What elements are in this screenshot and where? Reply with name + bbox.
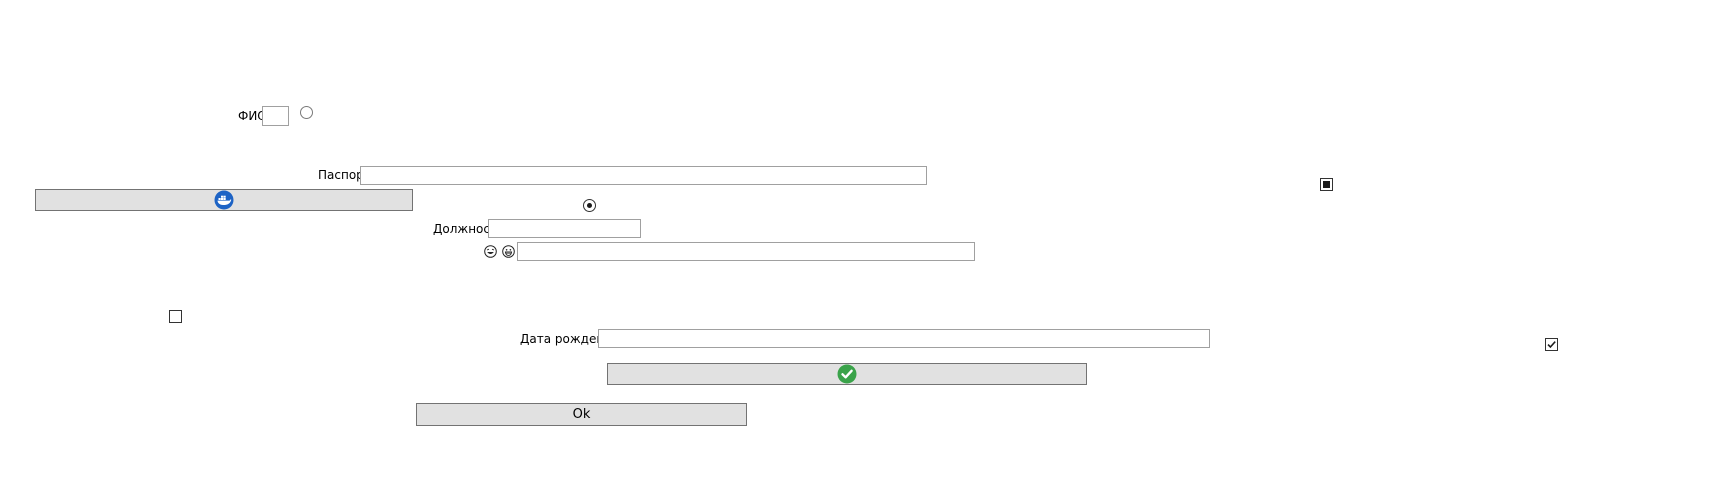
passport-input[interactable]	[360, 166, 927, 185]
position-input[interactable]	[488, 219, 641, 238]
check-circle-icon	[837, 364, 857, 384]
radio-middle[interactable]	[583, 199, 596, 212]
checkbox-checked[interactable]	[1545, 338, 1558, 351]
birthdate-input[interactable]	[598, 329, 1210, 348]
docker-icon	[214, 190, 234, 210]
grinning-emoji-icon	[502, 245, 515, 258]
emoji-input[interactable]	[517, 242, 975, 261]
fio-input[interactable]	[262, 106, 289, 126]
checkbox-indeterminate[interactable]	[1320, 178, 1333, 191]
ok-button[interactable]: Ok	[416, 403, 747, 426]
confirm-button[interactable]	[607, 363, 1087, 385]
radio-top[interactable]	[300, 106, 313, 119]
checkbox-left[interactable]	[169, 310, 182, 323]
docker-button[interactable]	[35, 189, 413, 211]
rolling-laughing-emoji-icon	[484, 245, 497, 258]
